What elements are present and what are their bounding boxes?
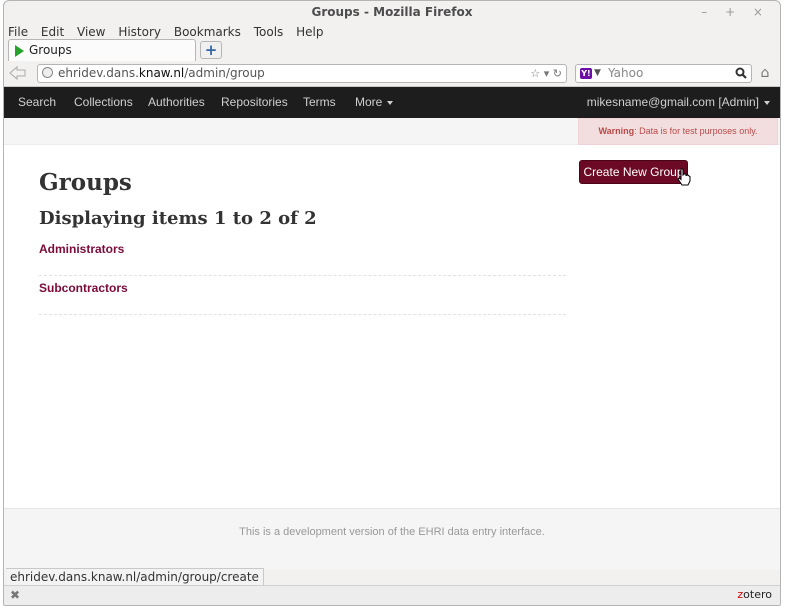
page-title: Groups	[39, 169, 132, 196]
menu-bookmarks[interactable]: Bookmarks	[174, 25, 241, 39]
url-path: /admin/group	[184, 66, 265, 80]
addon-bar: ✖ zotero	[4, 585, 780, 605]
globe-icon	[42, 67, 53, 78]
warning-alert: Warning: Data is for test purposes only.	[578, 118, 778, 145]
caret-down-icon	[764, 100, 770, 105]
history-dropdown-icon[interactable]: ▾	[544, 67, 550, 80]
list-item: Subcontractors	[39, 276, 566, 315]
nav-repositories[interactable]: Repositories	[221, 87, 288, 118]
user-label: mikesname@gmail.com [Admin]	[586, 95, 759, 109]
menu-view[interactable]: View	[77, 25, 105, 39]
menu-file[interactable]: File	[8, 25, 28, 39]
menu-tools[interactable]: Tools	[254, 25, 284, 39]
caret-down-icon	[387, 100, 394, 105]
nav-authorities[interactable]: Authorities	[148, 87, 205, 118]
favicon-play-icon	[15, 45, 24, 57]
nav-terms[interactable]: Terms	[303, 87, 336, 118]
zotero-rest: otero	[743, 588, 772, 601]
bookmark-star-icon[interactable]: ☆	[530, 67, 540, 80]
tab-label: Groups	[29, 43, 72, 57]
nav-more[interactable]: More	[355, 87, 394, 118]
search-engine-dropdown-icon[interactable]: ▼	[594, 65, 601, 82]
group-link-administrators[interactable]: Administrators	[39, 237, 566, 256]
yahoo-icon[interactable]: Y!	[580, 68, 592, 79]
window-title: Groups - Mozilla Firefox	[311, 5, 473, 19]
hand-cursor-icon	[677, 168, 691, 186]
user-menu[interactable]: mikesname@gmail.com [Admin]	[587, 87, 770, 118]
menu-help[interactable]: Help	[296, 25, 323, 39]
url-bar-icons: ☆ ▾ ↻	[530, 65, 562, 82]
page-footer: This is a development version of the EHR…	[4, 508, 780, 570]
zotero-button[interactable]: zotero	[737, 588, 772, 601]
back-button[interactable]	[8, 65, 32, 81]
home-icon[interactable]: ⌂	[756, 65, 774, 81]
group-link-subcontractors[interactable]: Subcontractors	[39, 276, 566, 295]
footer-text: This is a development version of the EHR…	[239, 526, 545, 538]
url-prefix: ehridev.dans.	[58, 66, 139, 80]
nav-collections[interactable]: Collections	[74, 87, 133, 118]
new-tab-button[interactable]: +	[200, 41, 222, 59]
back-arrow-icon	[9, 65, 26, 81]
close-addon-bar-icon[interactable]: ✖	[10, 588, 20, 602]
reload-icon[interactable]: ↻	[553, 67, 562, 80]
window-controls[interactable]: – + ×	[701, 1, 770, 23]
page-content: Search Collections Authorities Repositor…	[4, 87, 780, 570]
tab-strip: Groups +	[4, 39, 780, 61]
list-item: Administrators	[39, 237, 566, 276]
warning-text: : Data is for test purposes only.	[634, 126, 758, 136]
search-bar[interactable]: Y! ▼ Yahoo	[575, 64, 752, 83]
search-icon[interactable]	[735, 67, 747, 79]
url-bar[interactable]: ehridev.dans.knaw.nl/admin/group ☆ ▾ ↻	[37, 64, 567, 83]
browser-window: Groups - Mozilla Firefox – + × File Edit…	[3, 0, 781, 606]
items-count-heading: Displaying items 1 to 2 of 2	[39, 208, 317, 229]
menu-edit[interactable]: Edit	[41, 25, 64, 39]
tab-groups[interactable]: Groups	[8, 39, 196, 61]
url-domain: knaw.nl	[138, 66, 185, 80]
warning-label: Warning	[598, 126, 635, 136]
nav-more-label: More	[355, 95, 383, 109]
site-navbar: Search Collections Authorities Repositor…	[4, 87, 780, 118]
nav-search[interactable]: Search	[18, 87, 56, 118]
group-list: Administrators Subcontractors	[39, 237, 566, 315]
create-new-group-button[interactable]: Create New Group	[579, 160, 688, 184]
title-bar: Groups - Mozilla Firefox – + ×	[4, 1, 780, 23]
navigation-toolbar: ehridev.dans.knaw.nl/admin/group ☆ ▾ ↻ Y…	[4, 61, 780, 87]
search-placeholder: Yahoo	[608, 66, 644, 80]
menu-history[interactable]: History	[118, 25, 161, 39]
